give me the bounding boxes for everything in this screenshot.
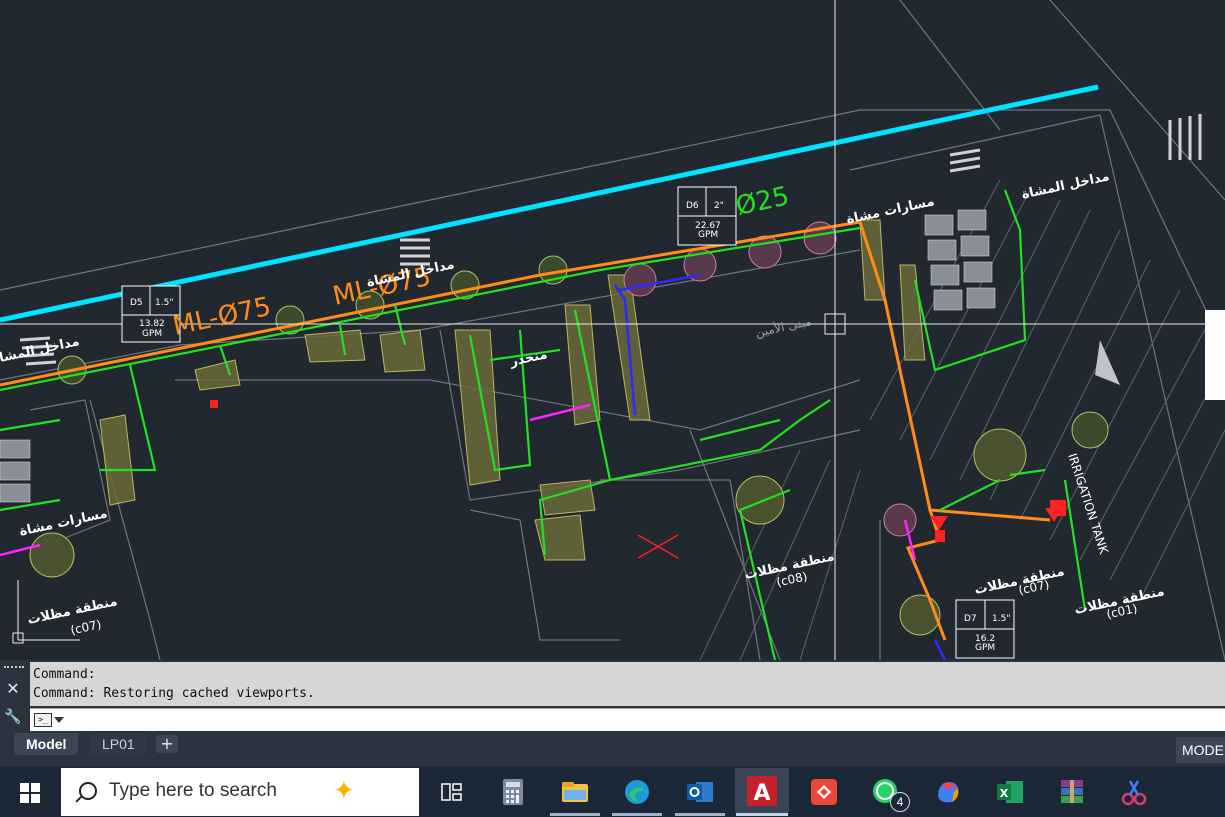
excel-icon[interactable]: X [994, 776, 1026, 808]
cad-drawing[interactable]: D5 1.5" 13.82 GPM D6 2" 22.67 GPM D7 1.5… [0, 0, 1225, 660]
model-space-toggle[interactable]: MODEL [1176, 737, 1225, 763]
marker-x [637, 534, 679, 559]
command-input[interactable]: >_ [30, 708, 1225, 731]
search-placeholder: Type here to search [109, 780, 277, 801]
tab-model[interactable]: Model [14, 733, 79, 755]
label-building: مبنى الأمين [754, 313, 813, 340]
zone-code: (c07) [69, 617, 102, 637]
valve-flow: 13.82 [139, 319, 165, 329]
command-history-line: Command: Restoring cached viewports. [33, 686, 315, 701]
grip-dots-icon [4, 666, 24, 672]
valve-box-d6: D6 2" 22.67 GPM [677, 186, 737, 246]
valve-unit: GPM [142, 329, 162, 339]
north-arrow-icon [1095, 340, 1120, 385]
edge-block [1205, 310, 1225, 400]
copilot-spark-icon[interactable]: ✦ [333, 776, 355, 806]
valve-id: D5 [130, 298, 143, 308]
valve-size: 2" [714, 201, 724, 211]
svg-text:X: X [1000, 787, 1009, 800]
valve-size: 1.5" [155, 298, 173, 308]
valve-unit: GPM [975, 643, 995, 653]
valve-size: 1.5" [992, 614, 1010, 624]
label-pedestrian-paths: مسارات مشاة [18, 506, 109, 539]
close-icon[interactable]: ✕ [4, 680, 22, 698]
label-slope: منحدر [508, 347, 549, 370]
valve-id: D7 [964, 614, 977, 624]
taskbar-search-box[interactable]: Type here to search ✦ [61, 768, 419, 816]
pipe-label-d25: Ø25 [733, 181, 792, 221]
label-pedestrian-paths: مسارات مشاة [845, 194, 936, 227]
command-history: Command: Command: Restoring cached viewp… [30, 662, 1225, 706]
search-icon [79, 782, 97, 800]
windows-logo-icon [20, 783, 29, 792]
valve-unit: GPM [698, 230, 718, 240]
valve-id: D6 [686, 201, 699, 211]
drawing-canvas[interactable]: D5 1.5" 13.82 GPM D6 2" 22.67 GPM D7 1.5… [0, 0, 1225, 660]
main-line-pipe [0, 220, 1051, 522]
valves [210, 400, 1066, 542]
layout-tab-bar [0, 732, 1225, 766]
edge-browser-icon[interactable] [621, 776, 653, 808]
whatsapp-icon[interactable]: 4 [870, 776, 910, 812]
copilot-icon[interactable] [932, 776, 964, 808]
task-view-icon[interactable] [436, 776, 468, 808]
calculator-icon[interactable] [497, 776, 529, 808]
file-explorer-icon[interactable] [559, 776, 591, 808]
autocad-icon[interactable]: A [735, 768, 789, 813]
start-button[interactable] [0, 767, 60, 817]
command-prompt-icon[interactable]: >_ [34, 713, 52, 727]
notification-badge: 4 [890, 792, 910, 812]
valve-box-d7: D7 1.5" 16.2 GPM [955, 599, 1015, 659]
anydesk-icon[interactable] [808, 776, 840, 808]
chevron-down-icon[interactable] [54, 717, 64, 723]
label-pedestrian-entrances: مداخل المشاة [1020, 169, 1111, 202]
add-layout-button[interactable]: + [156, 735, 178, 753]
outlook-icon[interactable] [684, 776, 716, 808]
winrar-icon[interactable] [1056, 776, 1088, 808]
pipe-label-ml-left: ML-Ø75 [170, 292, 273, 342]
snipping-tool-icon[interactable] [1118, 776, 1150, 808]
wrench-icon[interactable]: 🔧 [4, 708, 22, 726]
svg-text:A: A [753, 781, 770, 806]
tab-lp01[interactable]: LP01 [90, 733, 147, 755]
command-history-line: Command: [33, 667, 96, 682]
